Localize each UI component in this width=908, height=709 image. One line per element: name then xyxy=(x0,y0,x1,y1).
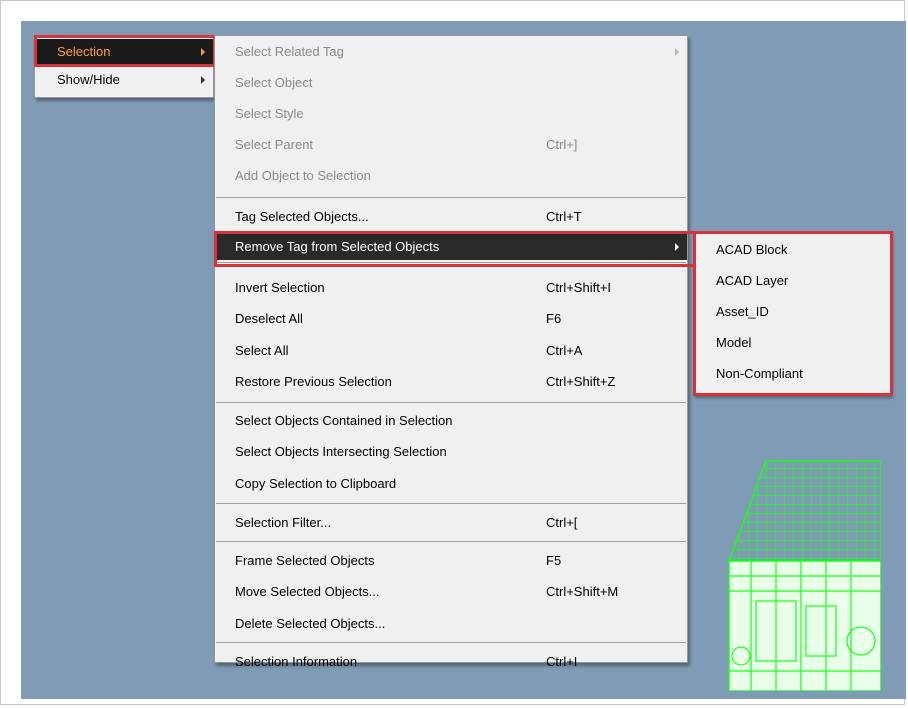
menu-item-label: Restore Previous Selection xyxy=(235,374,392,389)
menu-item-selection-filter[interactable]: Selection Filter... Ctrl+[ xyxy=(215,510,687,536)
menu-item-label: Non-Compliant xyxy=(716,366,803,381)
remove-tag-submenu: ACAD Block ACAD Layer Asset_ID Model Non… xyxy=(693,231,891,395)
menu-item-delete-selected-objects[interactable]: Delete Selected Objects... xyxy=(215,611,687,637)
menu-item-label: Select Objects Intersecting Selection xyxy=(235,444,447,459)
menu-item-selection-information[interactable]: Selection Information Ctrl+I xyxy=(215,649,687,673)
submenu-arrow-icon xyxy=(201,76,205,84)
menu-item-frame-selected-objects[interactable]: Frame Selected Objects F5 xyxy=(215,548,687,574)
shortcut-label: Ctrl+Shift+I xyxy=(546,280,612,295)
menu-item-label: Select Parent xyxy=(235,137,314,152)
menu-item-label: Move Selected Objects... xyxy=(235,584,380,599)
menu-item-select-objects-contained[interactable]: Select Objects Contained in Selection xyxy=(215,408,687,434)
3d-viewport[interactable]: Selection Show/Hide Select Related Tag S… xyxy=(21,21,906,699)
menu-item-invert-selection[interactable]: Invert Selection Ctrl+Shift+I xyxy=(215,275,687,301)
menu-item-acad-block[interactable]: ACAD Block xyxy=(694,237,890,263)
menu-item-label: Select Object xyxy=(235,75,313,90)
menu-item-add-object-to-selection[interactable]: Add Object to Selection xyxy=(215,163,687,189)
menu-item-label: Model xyxy=(716,335,752,350)
menu-item-label: Add Object to Selection xyxy=(235,168,371,183)
menu-separator xyxy=(216,197,686,198)
submenu-arrow-icon xyxy=(675,48,679,56)
menu-separator xyxy=(216,642,686,643)
menu-item-move-selected-objects[interactable]: Move Selected Objects... Ctrl+Shift+M xyxy=(215,579,687,605)
menu-item-select-style[interactable]: Select Style xyxy=(215,101,687,127)
window-frame: Selection Show/Hide Select Related Tag S… xyxy=(0,0,906,705)
menu-item-restore-previous-selection[interactable]: Restore Previous Selection Ctrl+Shift+Z xyxy=(215,369,687,395)
shortcut-label: Ctrl+Shift+M xyxy=(546,584,619,599)
menu-item-show-hide[interactable]: Show/Hide xyxy=(35,67,213,93)
menu-item-model[interactable]: Model xyxy=(694,330,890,356)
menu-item-select-related-tag[interactable]: Select Related Tag xyxy=(215,39,687,65)
shortcut-label: Ctrl+I xyxy=(546,654,578,669)
menu-item-selection[interactable]: Selection xyxy=(35,39,213,65)
menu-separator xyxy=(216,262,686,263)
menu-item-select-object[interactable]: Select Object xyxy=(215,70,687,96)
menu-item-label: Select All xyxy=(235,343,289,358)
selection-submenu: Select Related Tag Select Object Select … xyxy=(214,35,688,669)
menu-item-select-all[interactable]: Select All Ctrl+A xyxy=(215,338,687,364)
shortcut-label: Ctrl+Shift+Z xyxy=(546,374,616,389)
3d-model-wireframe[interactable] xyxy=(721,441,881,691)
menu-item-label: Deselect All xyxy=(235,311,303,326)
menu-item-acad-layer[interactable]: ACAD Layer xyxy=(694,268,890,294)
menu-item-label: Remove Tag from Selected Objects xyxy=(235,239,440,254)
shortcut-label: Ctrl+T xyxy=(546,209,582,224)
shortcut-label: Ctrl+] xyxy=(546,137,578,152)
menu-item-label: Copy Selection to Clipboard xyxy=(235,476,397,491)
menu-separator xyxy=(216,503,686,504)
menu-item-label: Tag Selected Objects... xyxy=(235,209,369,224)
menu-item-label: Delete Selected Objects... xyxy=(235,616,386,631)
menu-item-label: Select Style xyxy=(235,106,304,121)
menu-item-label: Show/Hide xyxy=(57,72,120,87)
menu-item-non-compliant[interactable]: Non-Compliant xyxy=(694,361,890,387)
shortcut-label: F5 xyxy=(546,553,562,568)
menu-item-deselect-all[interactable]: Deselect All F6 xyxy=(215,306,687,332)
menu-item-label: Select Objects Contained in Selection xyxy=(235,413,453,428)
submenu-arrow-icon xyxy=(201,48,205,56)
menu-item-select-objects-intersecting[interactable]: Select Objects Intersecting Selection xyxy=(215,439,687,465)
context-menu: Selection Show/Hide xyxy=(34,36,214,98)
menu-item-asset-id[interactable]: Asset_ID xyxy=(694,299,890,325)
menu-item-label: Frame Selected Objects xyxy=(235,553,375,568)
menu-item-tag-selected-objects[interactable]: Tag Selected Objects... Ctrl+T xyxy=(215,204,687,230)
menu-item-remove-tag-from-selected-objects[interactable]: Remove Tag from Selected Objects xyxy=(215,234,687,260)
menu-item-label: Selection Filter... xyxy=(235,515,332,530)
menu-item-label: Asset_ID xyxy=(716,304,769,319)
menu-item-label: ACAD Layer xyxy=(716,273,789,288)
menu-item-label: Selection Information xyxy=(235,654,358,669)
menu-item-label: ACAD Block xyxy=(716,242,788,257)
shortcut-label: Ctrl+[ xyxy=(546,515,578,530)
shortcut-label: Ctrl+A xyxy=(546,343,583,358)
shortcut-label: F6 xyxy=(546,311,562,326)
menu-item-label: Select Related Tag xyxy=(235,44,344,59)
menu-separator xyxy=(216,541,686,542)
menu-item-select-parent[interactable]: Select Parent Ctrl+] xyxy=(215,132,687,158)
menu-item-copy-selection-to-clipboard[interactable]: Copy Selection to Clipboard xyxy=(215,471,687,497)
menu-item-label: Invert Selection xyxy=(235,280,325,295)
menu-separator xyxy=(216,402,686,403)
menu-item-label: Selection xyxy=(57,44,111,59)
submenu-arrow-icon xyxy=(675,243,679,251)
